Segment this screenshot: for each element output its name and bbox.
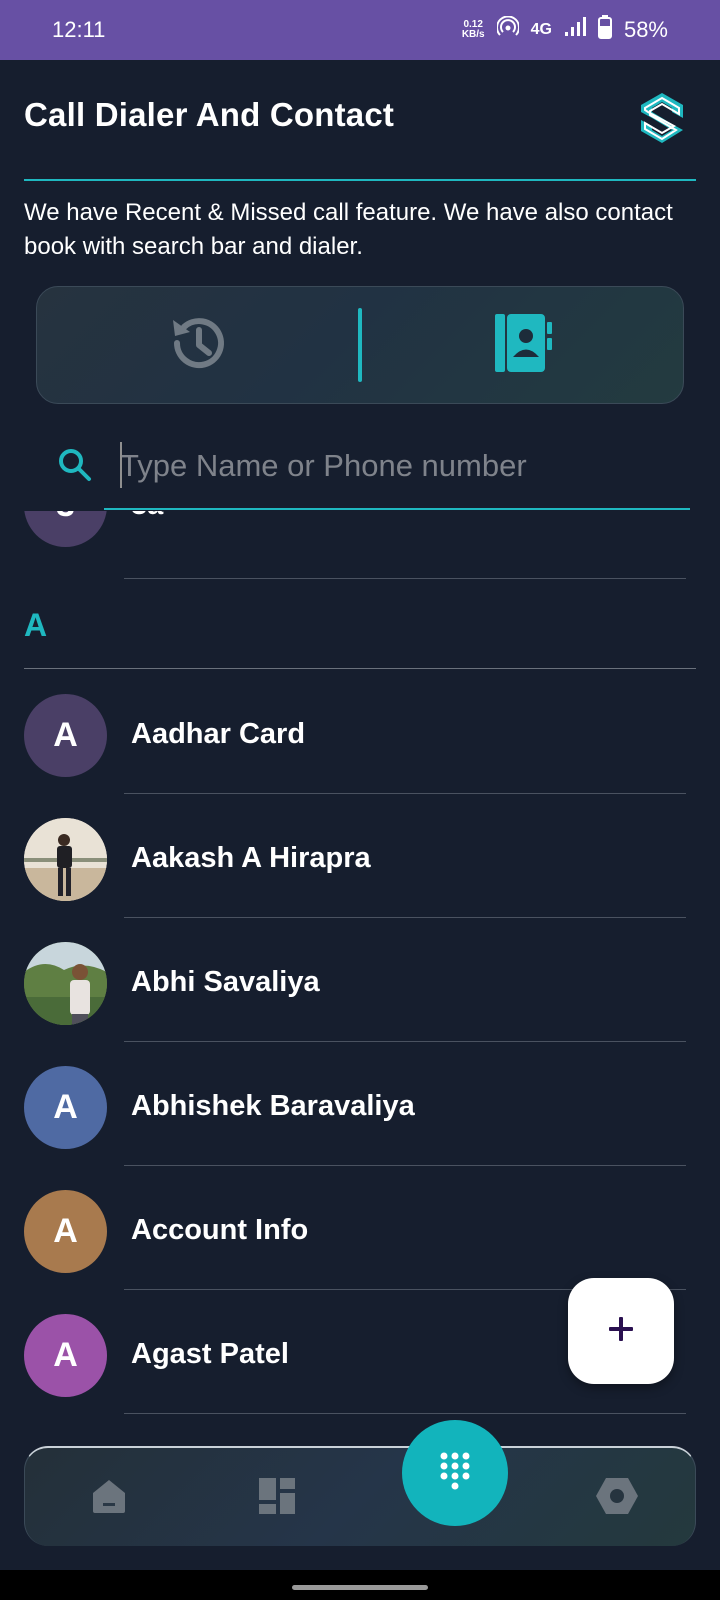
bottom-nav [24,1446,696,1546]
avatar-initial: A [53,1336,78,1374]
avatar-initial: A [53,1212,78,1250]
contact-name: 3a [131,511,163,522]
dialpad-icon [438,1451,472,1496]
battery-icon [597,15,612,45]
tab-recent-calls[interactable] [37,287,358,403]
avatar-initial: 3 [56,511,75,525]
status-indicators: 0.12 KB/s 4G 58% [462,15,668,45]
home-icon [89,1477,129,1520]
avatar: 3 [24,511,107,547]
avatar: A [24,1066,107,1149]
network-type: 4G [530,21,552,38]
settings-icon [595,1476,639,1521]
avatar: A [24,1190,107,1273]
avatar-initial: A [53,1088,78,1126]
section-header: A [24,607,48,643]
dashboard-icon [257,1476,297,1521]
app-logo-icon [636,90,688,148]
list-item[interactable]: Aakash A Hirapra [0,794,720,918]
tab-switcher [36,286,684,404]
history-icon [167,312,229,379]
title-divider [24,179,696,181]
status-time: 12:11 [52,17,106,42]
nav-home[interactable] [85,1474,133,1522]
contacts-book-icon [491,312,555,379]
list-divider [124,1413,686,1414]
avatar: A [24,694,107,777]
add-contact-button[interactable] [568,1278,674,1384]
list-item[interactable]: A Abhishek Baravaliya [0,1042,720,1166]
battery-percent: 58% [623,17,668,42]
signal-icon [564,17,586,43]
contact-name: Aadhar Card [131,718,306,750]
hotspot-icon [495,15,520,44]
search-input[interactable] [120,440,690,492]
list-item[interactable]: A Account Info [0,1166,720,1290]
net-speed-unit: KB/s [461,29,485,40]
contact-name: Aakash A Hirapra [131,842,371,874]
list-item[interactable]: A Aadhar Card [0,669,720,793]
search-underline [104,508,690,510]
tab-contacts[interactable] [362,287,683,403]
list-item[interactable]: 3 3a [0,511,720,588]
page-title: Call Dialer And Contact [24,96,395,133]
avatar: A [24,1314,107,1397]
avatar-initial: A [53,716,78,754]
net-speed: 0.12 KB/s [462,20,485,40]
avatar-photo [24,818,107,901]
search-icon [58,448,91,481]
contact-name: Account Info [131,1214,309,1246]
contact-name: Abhishek Baravaliya [131,1090,415,1122]
plus-icon [607,1315,635,1348]
list-divider [124,578,686,579]
avatar-photo [24,942,107,1025]
contact-name: Abhi Savaliya [131,966,320,998]
list-item[interactable]: Abhi Savaliya [0,918,720,1042]
nav-settings[interactable] [593,1474,641,1522]
dialpad-button[interactable] [402,1420,508,1526]
text-caret [120,442,122,488]
status-bar: 12:11 0.12 KB/s 4G 58% [0,0,720,60]
home-gesture-pill[interactable] [292,1585,428,1590]
nav-dashboard[interactable] [253,1474,301,1522]
page-description: We have Recent & Missed call feature. We… [24,199,673,260]
contact-name: Agast Patel [131,1338,289,1370]
